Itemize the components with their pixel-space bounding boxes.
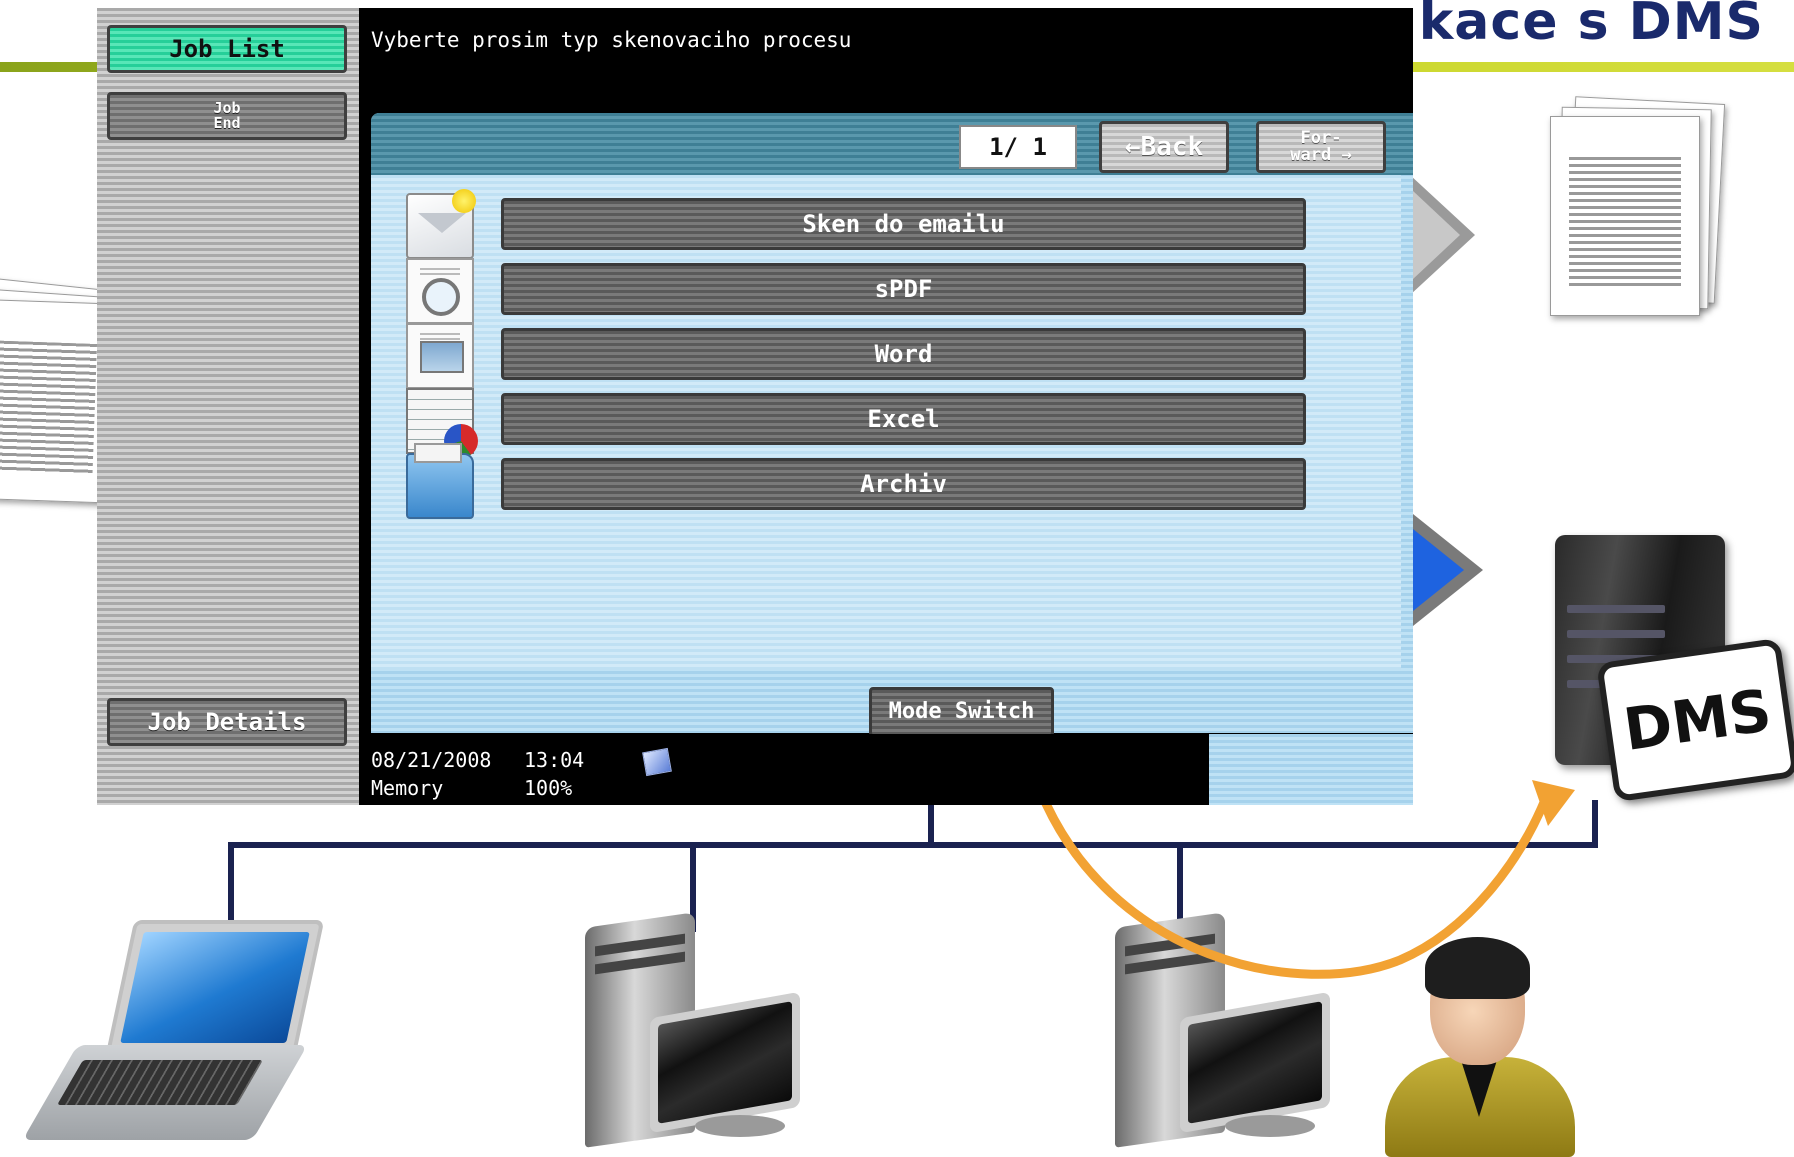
job-end-label-line2: End bbox=[213, 114, 241, 132]
panel-main: Vyberte prosim typ skenovaciho procesu 1… bbox=[359, 8, 1413, 805]
network-trunk bbox=[228, 842, 1598, 848]
dms-badge: DMS bbox=[1596, 637, 1794, 803]
mail-icon bbox=[406, 189, 476, 259]
option-row: Excel bbox=[406, 388, 1356, 458]
back-button[interactable]: ←Back bbox=[1099, 121, 1229, 173]
option-row: Word bbox=[406, 323, 1356, 389]
job-list-button[interactable]: Job List bbox=[107, 25, 347, 73]
option-row: sPDF bbox=[406, 258, 1356, 324]
status-footer: 08/21/2008 13:04 Memory 100% bbox=[359, 734, 1209, 805]
panel-sidebar: Job List Job End Job Details bbox=[97, 8, 359, 805]
scan-to-email-button[interactable]: Sken do emailu bbox=[501, 198, 1306, 250]
slide-title: kace s DMS bbox=[1418, 0, 1764, 52]
option-row: Sken do emailu bbox=[406, 189, 1356, 259]
network-drop-server bbox=[1592, 800, 1598, 848]
job-end-button[interactable]: Job End bbox=[107, 92, 347, 140]
word-button[interactable]: Word bbox=[501, 328, 1306, 380]
option-row: Archiv bbox=[406, 443, 1356, 519]
status-time: 13:04 bbox=[524, 748, 585, 772]
mode-switch-button[interactable]: Mode Switch bbox=[869, 687, 1054, 737]
output-arrow-gray-fill bbox=[1412, 190, 1460, 280]
excel-button[interactable]: Excel bbox=[501, 393, 1306, 445]
forward-label-line2: ward → bbox=[1290, 145, 1352, 165]
pagination-bar: 1/ 1 ←Back For- ward → bbox=[371, 113, 1413, 175]
panel-corner-tab bbox=[1209, 734, 1413, 805]
desktop-pc-icon bbox=[585, 912, 815, 1150]
user-icon bbox=[1385, 937, 1575, 1157]
job-details-button[interactable]: Job Details bbox=[107, 698, 347, 746]
network-status-icon bbox=[642, 747, 672, 777]
memory-label: Memory bbox=[371, 776, 444, 800]
page-indicator: 1/ 1 bbox=[959, 125, 1077, 169]
forward-button[interactable]: For- ward → bbox=[1256, 121, 1386, 173]
desktop-pc-icon bbox=[1115, 912, 1345, 1150]
folder-icon bbox=[406, 443, 474, 519]
status-date: 08/21/2008 bbox=[371, 748, 492, 772]
archive-button[interactable]: Archiv bbox=[501, 458, 1306, 510]
options-area: Sken do emailu sPDF Word Excel Archiv bbox=[371, 175, 1401, 670]
spdf-button[interactable]: sPDF bbox=[501, 263, 1306, 315]
word-doc-icon bbox=[406, 323, 474, 389]
pdf-search-icon bbox=[406, 258, 474, 324]
device-control-panel: Job List Job End Job Details Vyberte pro… bbox=[97, 8, 1413, 805]
header-message: Vyberte prosim typ skenovaciho procesu bbox=[371, 28, 852, 52]
scan-process-content: 1/ 1 ←Back For- ward → Sken do emailu sP… bbox=[371, 113, 1413, 737]
dms-label: DMS bbox=[1619, 676, 1776, 764]
network-drop-laptop bbox=[228, 842, 234, 932]
laptop-icon bbox=[22, 920, 325, 1150]
memory-value: 100% bbox=[524, 776, 573, 800]
output-arrow-blue-fill bbox=[1408, 525, 1464, 615]
